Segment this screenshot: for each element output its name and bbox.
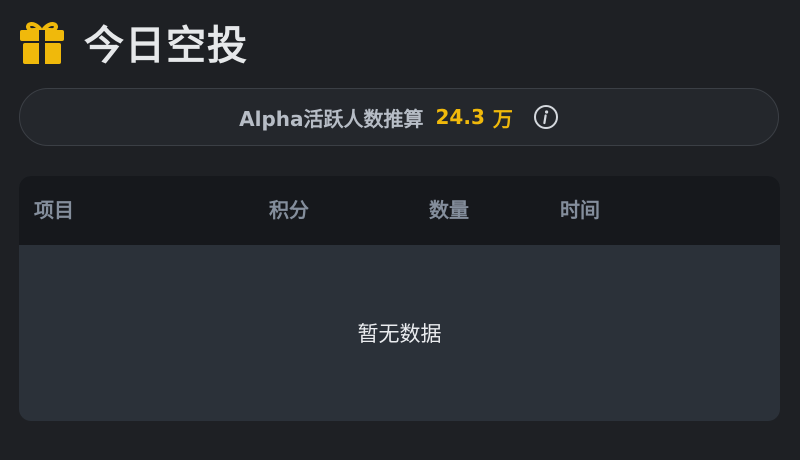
page-title: 今日空投 xyxy=(84,23,248,69)
column-header-time: 时间 xyxy=(560,198,600,222)
estimate-value: 24.3 xyxy=(435,105,485,129)
gift-icon xyxy=(20,22,64,64)
column-header-item: 项目 xyxy=(34,198,74,222)
table-header: 项目 积分 数量 时间 xyxy=(19,176,780,245)
estimate-unit: 万 xyxy=(492,106,513,131)
airdrop-table: 项目 积分 数量 时间 暂无数据 xyxy=(19,176,780,421)
column-header-points: 积分 xyxy=(269,198,309,222)
page-header: 今日空投 xyxy=(19,14,248,70)
table-body: 暂无数据 xyxy=(19,245,780,421)
empty-state-text: 暂无数据 xyxy=(357,322,442,346)
info-icon[interactable] xyxy=(533,104,559,130)
estimate-label: Alpha活跃人数推算 xyxy=(239,106,424,131)
column-header-amount: 数量 xyxy=(429,198,469,222)
active-users-estimate-bar: Alpha活跃人数推算 24.3 万 xyxy=(19,88,779,146)
